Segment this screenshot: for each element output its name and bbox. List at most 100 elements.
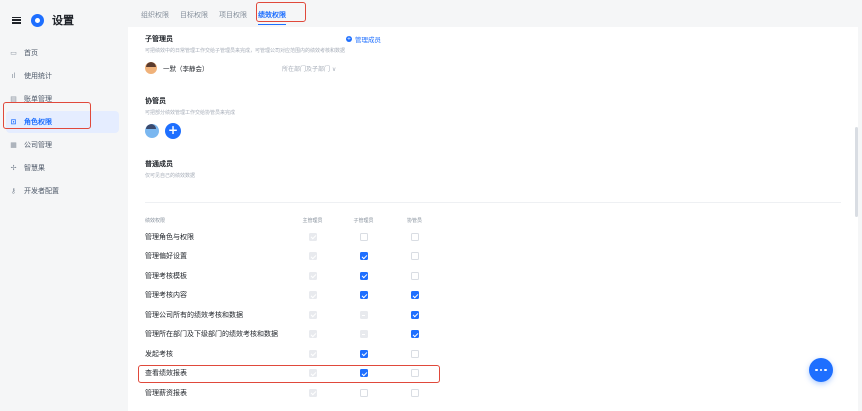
sidebar-item-label: 首页 [24,49,38,57]
column-header: 主管理员 [302,218,323,224]
permission-checkbox [308,388,317,397]
permission-checkbox [308,271,317,280]
checkbox-cell [389,291,440,300]
plus-circle-icon: + [346,36,352,42]
permission-checkbox[interactable] [359,291,368,300]
coordinator-description: 可把部分绩效管理工作交给协管员来完成 [145,110,236,116]
permission-checkbox[interactable] [359,369,368,378]
sidebar-item[interactable]: ⊡ 角色权限 [6,111,119,133]
checkbox-cell [389,252,440,261]
permission-checkbox[interactable] [410,232,419,241]
checkbox-cell [338,291,389,300]
sub-admin-description: 可把绩效中的日常管理工作交给子管理员来完成，可管理公司对应范围内的绩效考核和数据 [145,48,346,54]
member-description: 仅可见自己的绩效数据 [145,173,196,179]
checkbox-cell [287,330,338,339]
checkbox-cell [338,252,389,261]
divider [145,202,841,203]
permission-checkbox[interactable] [359,349,368,358]
sidebar-item[interactable]: ✢ 智慧果 [6,157,119,179]
sidebar-item[interactable]: ▦ 公司管理 [6,134,119,156]
key-icon: ⚷ [10,187,17,195]
permission-checkbox [359,310,368,319]
sidebar-item[interactable]: ⚷ 开发者配置 [6,180,119,202]
sidebar-item[interactable]: ▭ 首页 [6,42,119,64]
sidebar-item-label: 使用统计 [24,72,52,80]
checkbox-cell [338,271,389,280]
permission-checkbox[interactable] [410,252,419,261]
permission-checkbox[interactable] [410,310,419,319]
permission-name: 管理考核内容 [145,291,187,300]
table-row: 管理考核内容 [145,286,845,306]
checkbox-cell [287,291,338,300]
permission-checkbox[interactable] [359,232,368,241]
sidebar-item-label: 开发者配置 [24,187,59,195]
permission-checkbox[interactable] [410,388,419,397]
permission-checkbox [308,252,317,261]
sidebar-item-label: 角色权限 [24,118,52,126]
company-icon: ▦ [10,141,17,149]
permission-checkbox[interactable] [410,271,419,280]
more-options-button[interactable] [809,358,833,382]
tab[interactable]: 组织权限 [141,10,169,27]
column-header: 子管理员 [353,218,374,224]
permission-table: 绩效权限 主管理员 子管理员 协管员 管理角色与权限管理偏好设置管理考核模板管理考核内… [145,214,845,403]
permission-name: 管理公司所有的绩效考核和数据 [145,310,243,319]
permission-name: 管理所在部门及下级部门的绩效考核和数据 [145,330,278,339]
permission-checkbox[interactable] [410,349,419,358]
coordinator-row: + [145,123,858,139]
permission-checkbox[interactable] [359,271,368,280]
permission-checkbox [308,349,317,358]
table-row: 管理公司所有的绩效考核和数据 [145,305,845,325]
coordinator-title: 协管员 [145,97,166,105]
permission-name: 发起考核 [145,349,173,358]
table-row: 管理薪资报表 [145,383,845,403]
permission-checkbox [308,291,317,300]
avatar [145,124,159,138]
tab[interactable]: 绩效权限 [258,10,286,27]
sidebar-title: 设置 [52,14,74,27]
permission-checkbox[interactable] [410,291,419,300]
tab[interactable]: 项目权限 [219,10,247,27]
permission-checkbox[interactable] [410,369,419,378]
checkbox-cell [389,271,440,280]
department-scope-select[interactable]: 所在部门及子部门 ∨ [282,64,336,73]
manage-members-label: 管理成员 [355,36,381,44]
scrollbar[interactable] [855,127,858,217]
checkbox-cell [338,232,389,241]
checkbox-cell [389,388,440,397]
add-coordinator-button[interactable]: + [165,123,181,139]
sparkle-icon: ✢ [10,164,17,172]
member-title: 普通成员 [145,160,173,168]
permission-checkbox[interactable] [410,330,419,339]
checkbox-cell [389,349,440,358]
permission-checkbox[interactable] [359,252,368,261]
checkbox-cell [287,388,338,397]
tab-bar: 组织权限 目标权限 项目权限 绩效权限 [125,0,862,27]
permission-checkbox [308,330,317,339]
sidebar-item[interactable]: ▤ 账单管理 [6,88,119,110]
permission-checkbox[interactable] [359,388,368,397]
sidebar-header: 设置 [0,0,125,40]
avatar [145,62,157,74]
permission-table-header: 绩效权限 主管理员 子管理员 协管员 [145,214,845,227]
admin-name: 一默（李静会） [163,65,209,73]
manage-members-link[interactable]: + 管理成员 [346,34,858,44]
checkbox-cell [389,330,440,339]
column-header: 协管员 [406,218,422,224]
permission-checkbox [359,330,368,339]
checkbox-cell [389,310,440,319]
sidebar-item[interactable]: ıl 使用统计 [6,65,119,87]
checkbox-cell [338,349,389,358]
table-row: 管理考核模板 [145,266,845,286]
checkbox-cell [287,310,338,319]
sub-admin-row: 一默（李静会） 所在部门及子部门 ∨ [145,62,858,74]
checkbox-cell [287,232,338,241]
column-header: 绩效权限 [145,218,166,224]
permission-name: 管理偏好设置 [145,252,187,261]
table-row: 管理角色与权限 [145,227,845,247]
checkbox-cell [389,369,440,378]
tab[interactable]: 目标权限 [180,10,208,27]
hamburger-menu-icon[interactable] [12,16,21,24]
checkbox-cell [287,349,338,358]
table-row: 管理偏好设置 [145,247,845,267]
